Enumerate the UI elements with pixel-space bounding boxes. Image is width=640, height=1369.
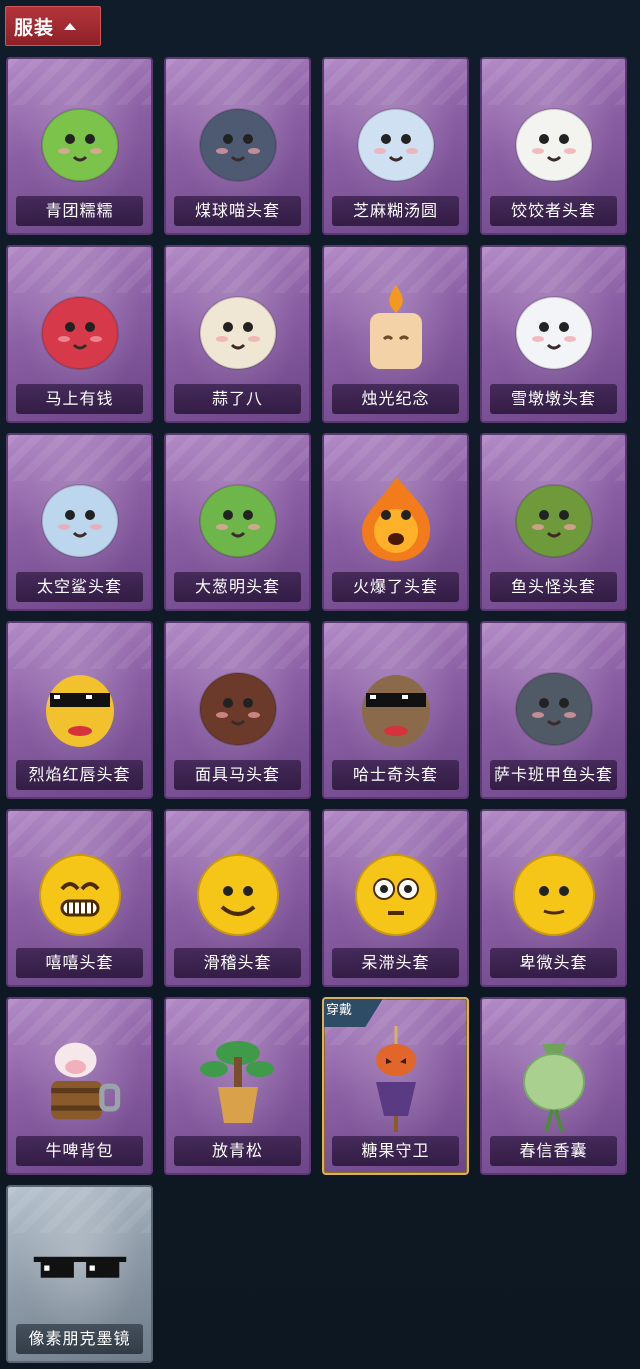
- costume-item-card[interactable]: 烈焰红唇头套: [6, 621, 153, 799]
- green-bun-headgear-icon: [32, 93, 128, 189]
- costume-item-card[interactable]: 太空鲨头套: [6, 433, 153, 611]
- item-label: 像素朋克墨镜: [16, 1324, 143, 1354]
- item-label: 牛啤背包: [16, 1136, 143, 1166]
- item-label: 糖果守卫: [332, 1136, 459, 1166]
- item-label: 煤球喵头套: [174, 196, 301, 226]
- grin-emoji-icon: [32, 845, 128, 941]
- item-label: 烈焰红唇头套: [16, 760, 143, 790]
- shark-headgear-icon: [32, 469, 128, 565]
- costume-item-card[interactable]: 烛光纪念: [322, 245, 469, 423]
- costume-item-card[interactable]: 滑稽头套: [164, 809, 311, 987]
- item-label: 火爆了头套: [332, 572, 459, 602]
- snowman-headgear-icon: [506, 281, 602, 377]
- dazed-emoji-icon: [348, 845, 444, 941]
- gray-cat-headgear-icon: [190, 93, 286, 189]
- costume-item-card[interactable]: 雪墩墩头套: [480, 245, 627, 423]
- costume-item-card[interactable]: 春信香囊: [480, 997, 627, 1175]
- rice-ball-headgear-icon: [348, 93, 444, 189]
- costume-item-card[interactable]: 像素朋克墨镜: [6, 1185, 153, 1363]
- dumpling-headgear-icon: [506, 93, 602, 189]
- yellow-mouse-sunglasses-icon: [32, 657, 128, 753]
- item-label: 嘻嘻头套: [16, 948, 143, 978]
- cow-beer-backpack-icon: [32, 1033, 128, 1129]
- item-label: 面具马头套: [174, 760, 301, 790]
- costume-item-card[interactable]: 芝麻糊汤圆: [322, 57, 469, 235]
- red-horse-headgear-icon: [32, 281, 128, 377]
- funny-emoji-icon: [190, 845, 286, 941]
- fish-head-headgear-icon: [506, 469, 602, 565]
- item-label: 卑微头套: [490, 948, 617, 978]
- item-label: 太空鲨头套: [16, 572, 143, 602]
- costume-item-card[interactable]: 萨卡班甲鱼头套: [480, 621, 627, 799]
- costume-item-card[interactable]: 卑微头套: [480, 809, 627, 987]
- bonsai-tree-icon: [190, 1033, 286, 1129]
- item-label: 雪墩墩头套: [490, 384, 617, 414]
- item-label: 春信香囊: [490, 1136, 617, 1166]
- item-label: 呆滞头套: [332, 948, 459, 978]
- item-label: 青团糯糯: [16, 196, 143, 226]
- item-label: 鱼头怪头套: [490, 572, 617, 602]
- humble-emoji-icon: [506, 845, 602, 941]
- item-label: 滑稽头套: [174, 948, 301, 978]
- costume-item-card[interactable]: 饺饺者头套: [480, 57, 627, 235]
- green-sachet-icon: [506, 1033, 602, 1133]
- pumpkin-scarecrow-icon: [348, 1026, 444, 1132]
- item-label: 大葱明头套: [174, 572, 301, 602]
- horse-mask-icon: [190, 657, 286, 753]
- husky-sunglasses-icon: [348, 657, 444, 753]
- costume-item-card[interactable]: 鱼头怪头套: [480, 433, 627, 611]
- costume-item-card[interactable]: 蒜了八: [164, 245, 311, 423]
- costume-item-card[interactable]: 青团糯糯: [6, 57, 153, 235]
- item-label: 放青松: [174, 1136, 301, 1166]
- item-label: 芝麻糊汤圆: [332, 196, 459, 226]
- costume-item-card[interactable]: 嘻嘻头套: [6, 809, 153, 987]
- scallion-headgear-icon: [190, 469, 286, 565]
- costume-item-card[interactable]: 牛啤背包: [6, 997, 153, 1175]
- costume-item-card[interactable]: 哈士奇头套: [322, 621, 469, 799]
- item-label: 饺饺者头套: [490, 196, 617, 226]
- costume-item-card[interactable]: 放青松: [164, 997, 311, 1175]
- costume-item-card[interactable]: 面具马头套: [164, 621, 311, 799]
- chevron-up-icon: [64, 22, 77, 30]
- item-grid: 青团糯糯 煤球喵头套 芝麻糊汤圆 饺饺者头套马上有钱 蒜了八 烛光纪念 雪墩墩头套太空鲨头套…: [6, 57, 627, 1363]
- item-label: 马上有钱: [16, 384, 143, 414]
- costume-item-card[interactable]: 呆滞头套: [322, 809, 469, 987]
- costume-item-card[interactable]: 煤球喵头套: [164, 57, 311, 235]
- candle-headgear-icon: [348, 281, 444, 377]
- costume-item-card[interactable]: 穿戴糖果守卫: [322, 997, 469, 1175]
- item-label: 烛光纪念: [332, 384, 459, 414]
- item-label: 哈士奇头套: [332, 760, 459, 790]
- fire-headgear-icon: [348, 469, 444, 565]
- costume-item-card[interactable]: 大葱明头套: [164, 433, 311, 611]
- costume-inventory-page: 服装 青团糯糯 煤球喵头套 芝麻糊汤圆 饺饺者头套马上有钱 蒜了八 烛光纪念 雪墩墩头套太空…: [0, 0, 640, 1369]
- garlic-headgear-icon: [190, 281, 286, 377]
- costume-section-toggle[interactable]: 服装: [5, 6, 101, 46]
- equipped-badge: 穿戴: [324, 999, 384, 1027]
- costume-item-card[interactable]: 火爆了头套: [322, 433, 469, 611]
- section-title: 服装: [14, 16, 55, 39]
- pixel-sunglasses-icon: [32, 1221, 128, 1317]
- item-label: 萨卡班甲鱼头套: [490, 760, 617, 790]
- costume-item-card[interactable]: 马上有钱: [6, 245, 153, 423]
- armored-fish-headgear-icon: [506, 657, 602, 753]
- item-label: 蒜了八: [174, 384, 301, 414]
